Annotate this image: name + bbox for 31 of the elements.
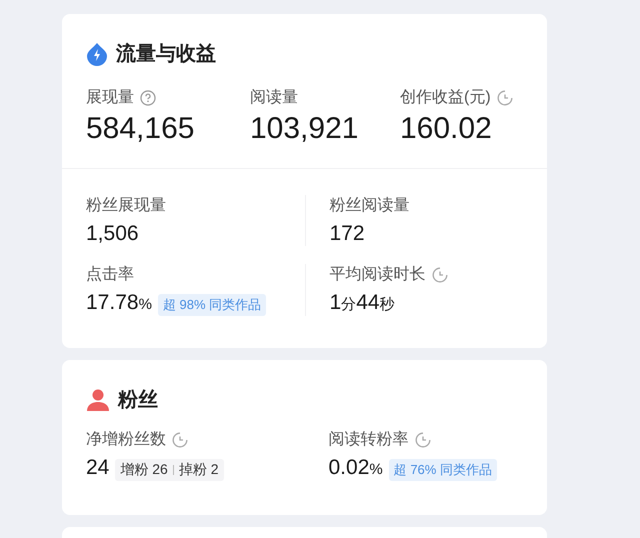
metric-value: 1,506 — [86, 222, 139, 246]
card-title: 粉丝 — [118, 388, 158, 413]
metric-value: 0.02% — [328, 456, 383, 480]
metric-value: 103,921 — [250, 112, 360, 146]
clock-icon[interactable] — [414, 432, 430, 448]
metric-value: 17.78% — [86, 291, 152, 315]
metric-value: 172 — [330, 222, 365, 246]
comparison-badge: 超 98% 同类作品 — [158, 294, 266, 316]
metric-value: 24 — [86, 456, 110, 480]
metric-label: 净增粉丝数 — [86, 430, 166, 450]
clock-icon[interactable] — [432, 266, 448, 282]
clock-icon[interactable] — [496, 90, 513, 106]
metric-label: 平均阅读时长 — [330, 264, 426, 285]
metric-label: 粉丝展现量 — [86, 196, 166, 216]
metric-label: 阅读量 — [250, 88, 298, 108]
clock-icon[interactable] — [172, 432, 188, 448]
metric-label: 展现量 — [86, 88, 134, 108]
comparison-badge: 超 76% 同类作品 — [388, 459, 497, 481]
card-title: 流量与收益 — [116, 42, 216, 67]
breakdown-text: 增粉 26 — [120, 461, 168, 479]
metric-value: 584,165 — [86, 112, 196, 146]
metric-value: 1分44秒 — [330, 291, 395, 315]
help-icon[interactable] — [140, 90, 156, 106]
bolt-icon — [86, 42, 108, 66]
metric-value: 160.02 — [400, 112, 493, 146]
breakdown-text: 掉粉 2 — [178, 461, 219, 479]
metric-label: 阅读转粉率 — [328, 430, 408, 450]
person-icon — [86, 388, 110, 410]
metric-label: 粉丝阅读量 — [330, 196, 410, 216]
metric-label: 创作收益(元) — [400, 88, 491, 108]
metric-label: 点击率 — [86, 264, 134, 285]
